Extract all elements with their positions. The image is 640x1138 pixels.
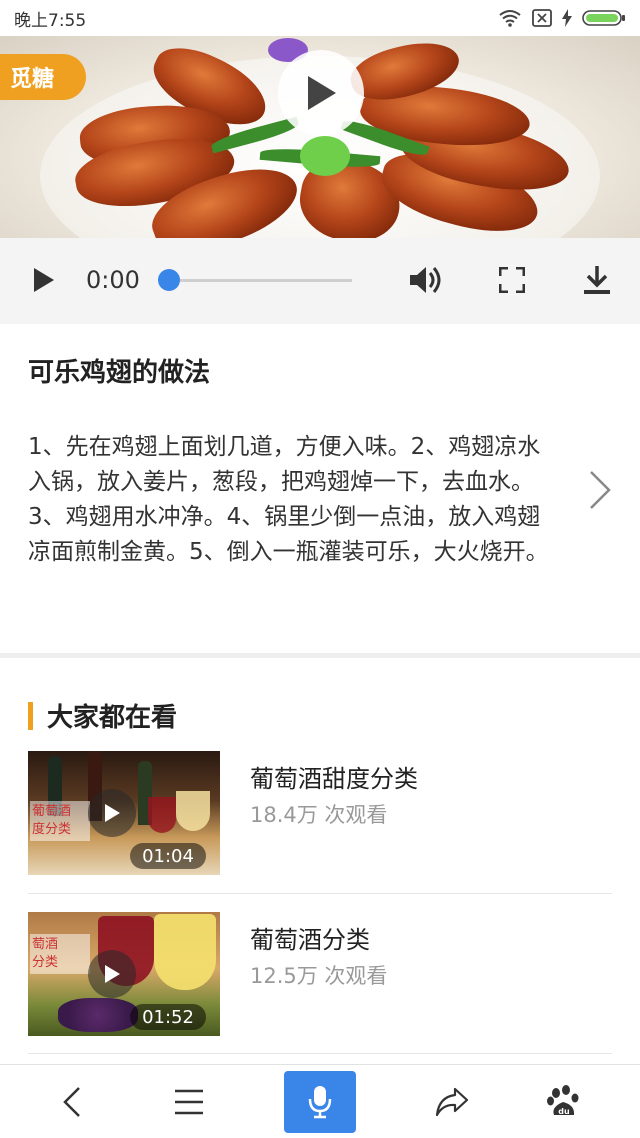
fullscreen-button[interactable]	[492, 260, 532, 300]
wine-glass-image	[148, 797, 176, 833]
section-divider	[0, 653, 640, 658]
wine-glass-image	[154, 914, 216, 990]
expand-description-button[interactable]	[585, 468, 615, 512]
related-video-title[interactable]: 葡萄酒甜度分类	[250, 759, 418, 794]
section-accent-bar	[28, 701, 33, 730]
related-video-item[interactable]: 葡萄酒 度分类 01:04 葡萄酒甜度分类 18.4万 次观看	[28, 751, 612, 875]
status-time: 晚上7:55	[14, 10, 87, 31]
microphone-icon	[308, 1086, 332, 1119]
baidu-home-button[interactable]: du	[528, 1071, 600, 1133]
related-video-views: 18.4万 次观看	[250, 803, 388, 827]
share-button[interactable]	[416, 1071, 488, 1133]
related-section-header: 大家都在看	[28, 697, 177, 734]
video-thumbnail[interactable]: 萄酒 分类 01:52	[28, 912, 220, 1036]
thumbnail-caption: 萄酒 分类	[30, 934, 90, 974]
back-icon	[63, 1087, 80, 1117]
video-current-time: 0:00	[86, 266, 140, 294]
fullscreen-icon	[499, 267, 525, 293]
no-sim-icon	[532, 9, 552, 27]
battery-icon	[582, 10, 625, 26]
garnish-image	[300, 136, 350, 176]
grapes-image	[58, 998, 138, 1032]
play-icon	[105, 965, 120, 983]
volume-button[interactable]	[406, 260, 446, 300]
brand-badge: 觅糖	[0, 54, 86, 100]
video-duration: 01:04	[130, 843, 206, 869]
chevron-right-icon	[590, 471, 611, 509]
wifi-icon	[499, 10, 521, 27]
charging-icon	[562, 9, 572, 27]
progress-slider-handle[interactable]	[158, 269, 180, 291]
volume-icon	[410, 267, 441, 293]
download-icon	[584, 266, 610, 294]
baidu-paw-icon: du	[547, 1085, 579, 1116]
share-icon	[435, 1087, 469, 1117]
bottom-navigation: du	[0, 1064, 640, 1138]
download-button[interactable]	[577, 260, 617, 300]
recipe-description[interactable]: 1、先在鸡翅上面划几道，方便入味。2、鸡翅凉水入锅，放入姜片，葱段，把鸡翅焯一下…	[28, 430, 558, 570]
wine-glass-image	[176, 791, 210, 831]
status-bar: 晚上7:55	[0, 0, 640, 36]
status-icons	[498, 9, 626, 27]
list-divider	[28, 893, 612, 894]
video-thumbnail[interactable]: 葡萄酒 度分类 01:04	[28, 751, 220, 875]
thumbnail-play-button[interactable]	[88, 950, 136, 998]
play-icon	[308, 76, 336, 110]
video-controls: 0:00	[0, 238, 640, 324]
play-icon	[34, 268, 54, 292]
play-icon	[105, 804, 120, 822]
related-video-item[interactable]: 萄酒 分类 01:52 葡萄酒分类 12.5万 次观看	[28, 912, 612, 1036]
list-divider	[28, 1053, 612, 1054]
menu-button[interactable]	[153, 1071, 225, 1133]
brand-badge-text: 觅糖	[10, 67, 55, 92]
video-player[interactable]: 觅糖	[0, 36, 640, 238]
related-video-views: 12.5万 次观看	[250, 964, 388, 988]
svg-text:du: du	[558, 1107, 570, 1116]
progress-track[interactable]	[170, 279, 352, 282]
play-button[interactable]	[24, 260, 64, 300]
related-video-title[interactable]: 葡萄酒分类	[250, 920, 370, 955]
thumbnail-play-button[interactable]	[88, 789, 136, 837]
recipe-title: 可乐鸡翅的做法	[28, 358, 211, 388]
thumbnail-caption: 葡萄酒 度分类	[30, 801, 90, 841]
video-play-button[interactable]	[278, 50, 364, 136]
back-button[interactable]	[36, 1071, 108, 1133]
video-duration: 01:52	[130, 1004, 206, 1030]
related-section-title: 大家都在看	[47, 703, 178, 733]
voice-search-button[interactable]	[284, 1071, 356, 1133]
menu-icon	[175, 1089, 203, 1115]
